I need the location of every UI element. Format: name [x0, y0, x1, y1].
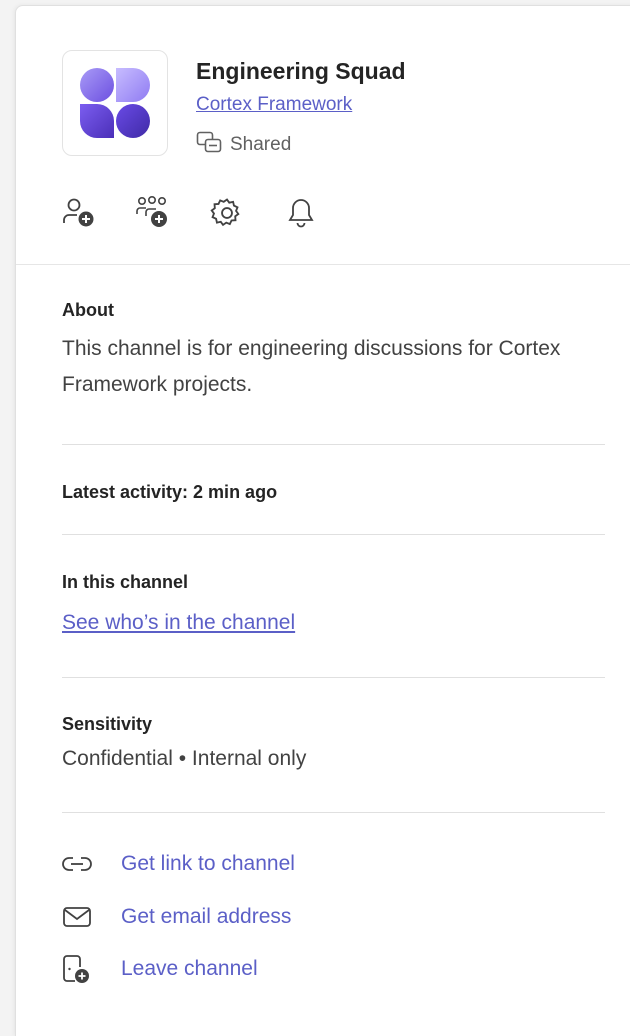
gear-icon [210, 198, 240, 227]
add-group-button[interactable] [134, 194, 172, 232]
get-link-label: Get link to channel [121, 852, 295, 875]
add-group-icon [136, 196, 167, 227]
team-logo-icon [80, 68, 150, 138]
parent-team-link[interactable]: Cortex Framework [196, 94, 352, 116]
latest-activity: Latest activity: 2 min ago [62, 482, 278, 502]
get-email-label: Get email address [121, 905, 292, 928]
shared-label: Shared [230, 134, 292, 155]
channel-info-panel: Engineering Squad Cortex Framework Share… [15, 5, 630, 1036]
sensitivity-section: Sensitivity Confidential • Internal only [62, 714, 605, 777]
activity-section: Latest activity: 2 min ago [62, 482, 605, 503]
members-heading: In this channel [62, 572, 189, 592]
settings-button[interactable] [208, 194, 246, 232]
divider [62, 534, 605, 535]
divider [62, 444, 605, 445]
channel-header: Engineering Squad Cortex Framework Share… [16, 6, 630, 265]
members-section: In this channel See who’s in the channel [62, 572, 605, 635]
see-members-link[interactable]: See who’s in the channel [62, 611, 295, 634]
sensitivity-heading: Sensitivity [62, 714, 153, 734]
divider [62, 812, 605, 813]
about-section: About This channel is for engineering di… [62, 300, 605, 403]
get-email-button[interactable]: Get email address [62, 900, 291, 934]
add-member-button[interactable] [60, 194, 98, 232]
about-text: This channel is for engineering discussi… [62, 337, 561, 396]
leave-channel-label: Leave channel [121, 957, 258, 980]
channel-actions [60, 194, 320, 234]
divider [62, 677, 605, 678]
notifications-button[interactable] [282, 194, 320, 232]
sensitivity-value: Confidential • Internal only [62, 747, 307, 770]
leave-channel-icon [62, 953, 94, 985]
get-link-button[interactable]: Get link to channel [62, 847, 295, 881]
shared-indicator: Shared [196, 131, 292, 159]
bell-icon [288, 199, 314, 228]
shared-icon [196, 131, 222, 159]
mail-icon [62, 901, 94, 933]
add-member-icon [63, 198, 94, 227]
team-logo [62, 50, 168, 156]
link-icon [62, 848, 94, 880]
leave-channel-button[interactable]: Leave channel [62, 952, 258, 986]
about-heading: About [62, 300, 114, 320]
channel-title: Engineering Squad [196, 58, 406, 84]
